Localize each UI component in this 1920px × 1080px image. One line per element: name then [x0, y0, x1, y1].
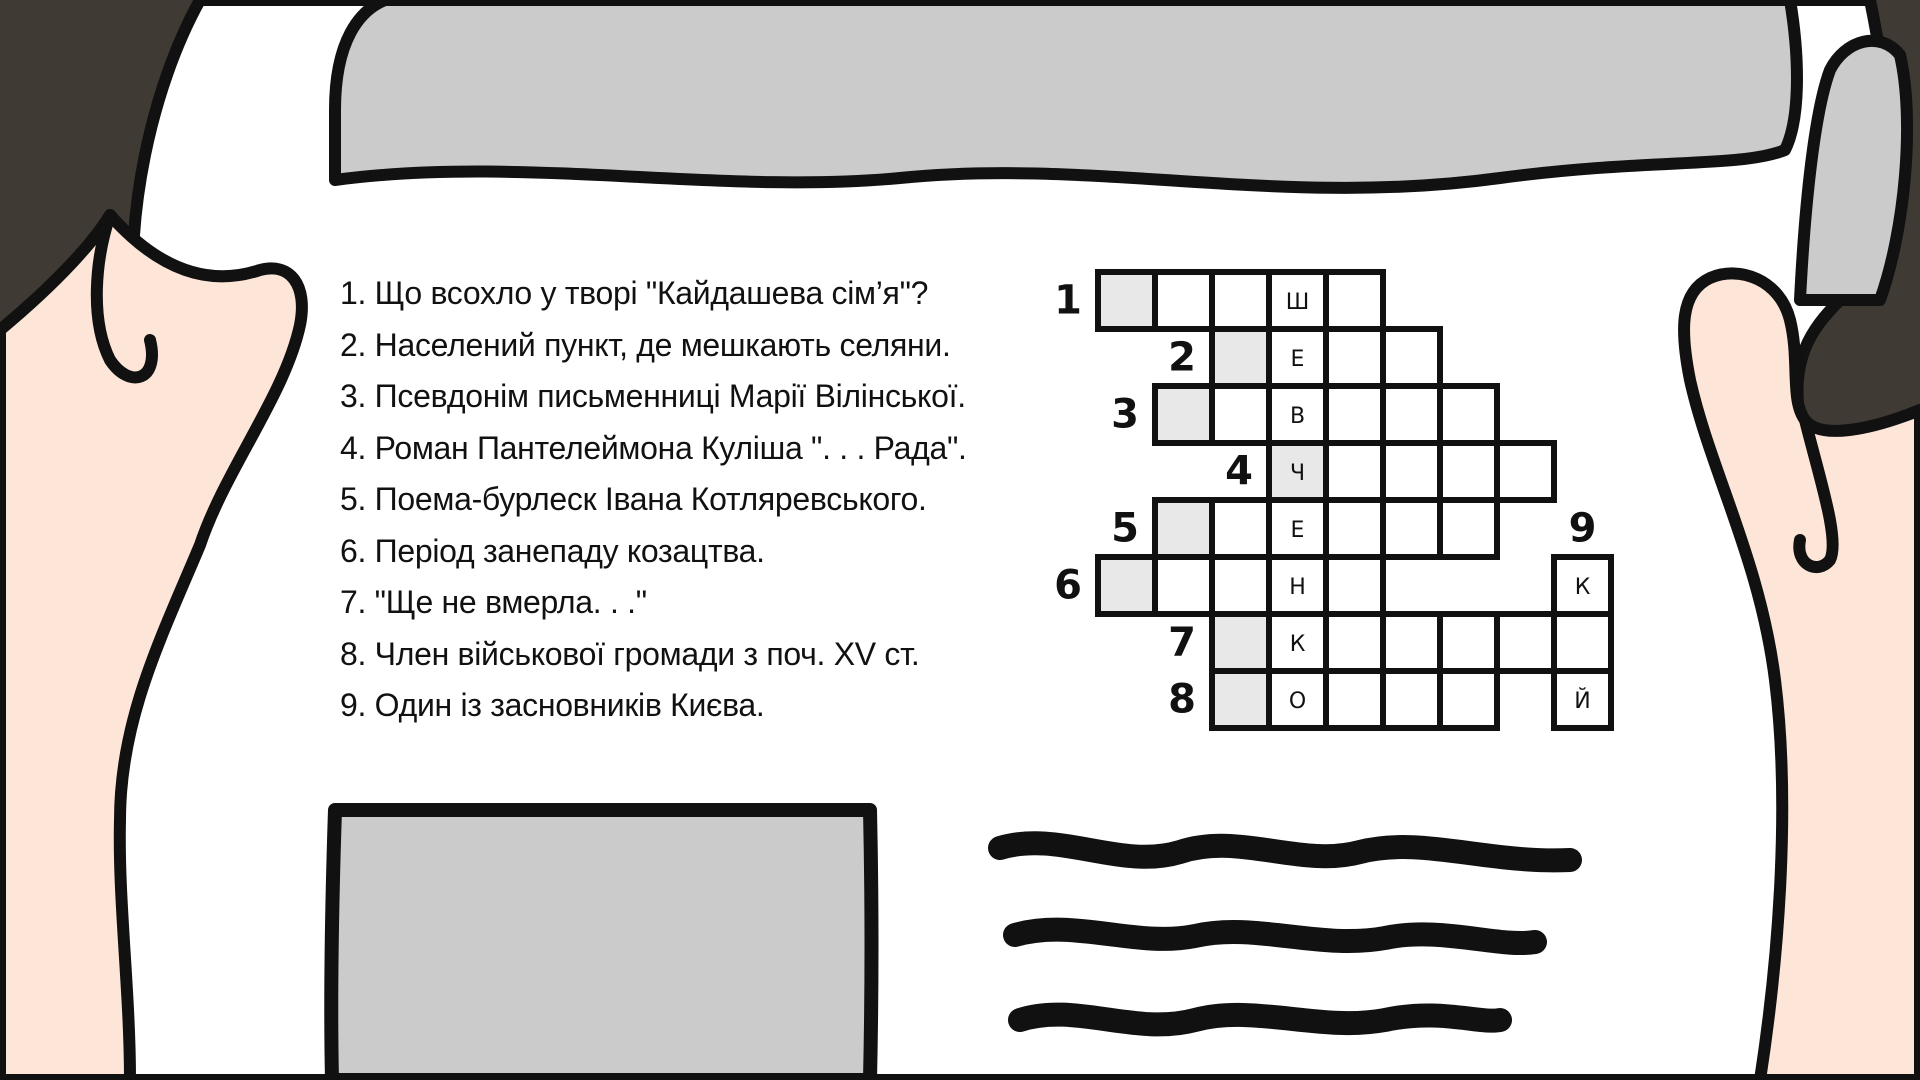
crossword-row-number: 6 [1054, 563, 1082, 609]
crossword-row-number: 4 [1225, 449, 1253, 495]
crossword-cell [1152, 497, 1215, 560]
crossword-key-letter: К [1290, 632, 1306, 657]
crossword-key-letter: Е [1291, 518, 1305, 543]
crossword-cell [1209, 383, 1272, 446]
crossword-cell [1209, 611, 1272, 674]
crossword-cell [1323, 440, 1386, 503]
crossword-column-letter: Й [1574, 688, 1590, 714]
crossword-key-letter: О [1289, 689, 1306, 714]
crossword-key-letter: Ч [1290, 461, 1305, 486]
crossword-cell [1323, 554, 1386, 617]
crossword-cell [1152, 383, 1215, 446]
crossword-cell [1152, 554, 1215, 617]
crossword-cell [1380, 497, 1443, 560]
crossword-row-number: 1 [1054, 278, 1082, 324]
crossword-cell [1323, 269, 1386, 332]
crossword-cell [1323, 326, 1386, 389]
crossword-row-number: 5 [1111, 506, 1139, 552]
crossword-row-number: 2 [1168, 335, 1196, 381]
crossword-cell [1437, 440, 1500, 503]
crossword-column-letter: К [1575, 575, 1591, 600]
crossword-cell [1209, 326, 1272, 389]
crossword-row-number: 8 [1168, 677, 1196, 723]
crossword-cell [1380, 383, 1443, 446]
crossword-key-letter: Н [1289, 575, 1306, 600]
crossword-cell [1437, 383, 1500, 446]
crossword-cell [1380, 326, 1443, 389]
crossword-cell [1380, 611, 1443, 674]
crossword-cell [1209, 269, 1272, 332]
crossword-cell [1323, 497, 1386, 560]
crossword-cell [1209, 497, 1272, 560]
crossword-cell [1095, 554, 1158, 617]
crossword-cell [1095, 269, 1158, 332]
crossword-cell [1437, 497, 1500, 560]
crossword-cell [1323, 668, 1386, 731]
crossword-cell [1209, 668, 1272, 731]
crossword-row-number: 3 [1111, 392, 1139, 438]
crossword-cell [1323, 611, 1386, 674]
crossword-cell [1494, 440, 1557, 503]
crossword-grid: 1 Ш 2 Е 3 В 4 Ч 5 Е 6 Н 7 К 8 О 9 К Й [1054, 269, 1614, 731]
crossword-row-number: 7 [1168, 620, 1196, 666]
crossword-key-letter: Ш [1286, 290, 1310, 315]
crossword-cell [1209, 554, 1272, 617]
crossword-cell [1437, 668, 1500, 731]
crossword-cell [1152, 269, 1215, 332]
crossword-key-letter: Е [1291, 347, 1305, 372]
crossword-cell [1551, 611, 1614, 674]
crossword-column-number: 9 [1569, 506, 1597, 552]
crossword-cell [1380, 668, 1443, 731]
crossword-cell [1380, 440, 1443, 503]
crossword-cell [1437, 611, 1500, 674]
crossword-key-letter: В [1290, 404, 1305, 429]
crossword-cell [1494, 611, 1557, 674]
crossword-cell [1323, 383, 1386, 446]
